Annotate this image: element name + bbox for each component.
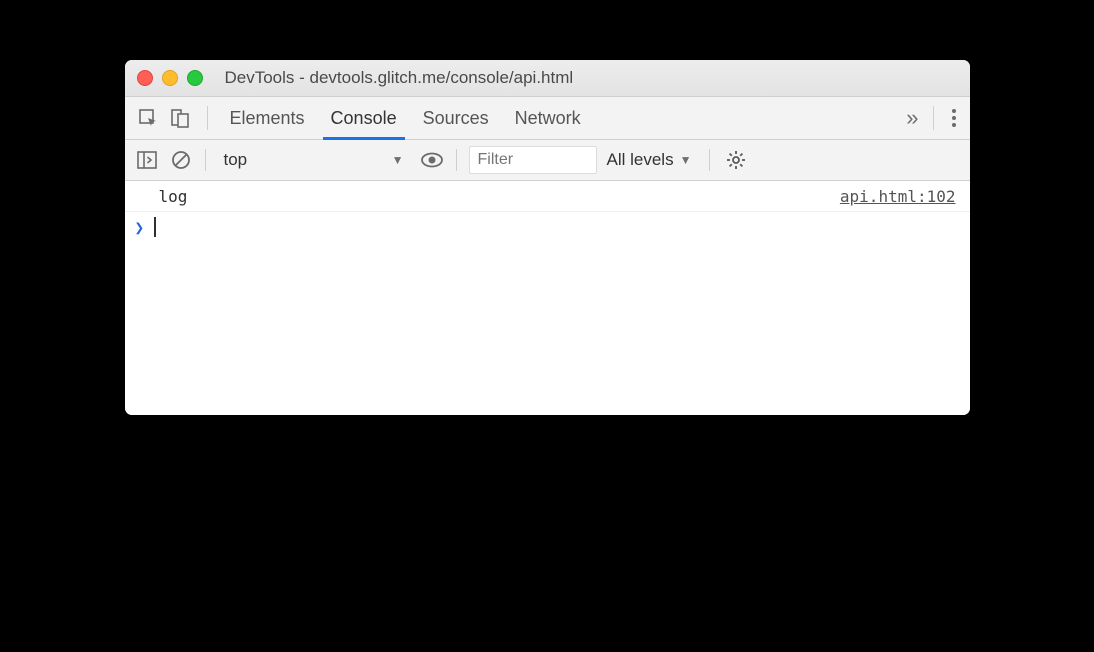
- chevron-down-icon: ▼: [680, 153, 692, 167]
- more-options-icon[interactable]: [948, 105, 960, 131]
- tab-elements[interactable]: Elements: [228, 97, 307, 139]
- toggle-console-sidebar-icon[interactable]: [135, 148, 159, 172]
- prompt-arrow-icon: ❯: [135, 218, 145, 237]
- traffic-lights: [137, 70, 203, 86]
- console-toolbar: top ▼ All levels ▼: [125, 140, 970, 181]
- clear-console-icon[interactable]: [169, 148, 193, 172]
- window-title: DevTools - devtools.glitch.me/console/ap…: [221, 68, 958, 88]
- filter-input[interactable]: [469, 146, 597, 174]
- panel-tabs: Elements Console Sources Network: [228, 97, 583, 139]
- toolbar-divider: [207, 106, 208, 130]
- tab-network[interactable]: Network: [513, 97, 583, 139]
- device-toolbar-icon[interactable]: [167, 105, 193, 131]
- log-message: log: [159, 187, 188, 206]
- subbar-divider-2: [456, 149, 457, 171]
- toolbar-divider-right: [933, 106, 934, 130]
- console-prompt[interactable]: ❯: [125, 212, 970, 242]
- execution-context-selector[interactable]: top ▼: [218, 148, 410, 172]
- console-log-entry[interactable]: log api.html:102: [125, 181, 970, 212]
- main-toolbar: Elements Console Sources Network »: [125, 97, 970, 140]
- close-window-button[interactable]: [137, 70, 153, 86]
- titlebar: DevTools - devtools.glitch.me/console/ap…: [125, 60, 970, 97]
- overflow-tabs-icon[interactable]: »: [906, 105, 918, 131]
- context-value: top: [224, 150, 248, 170]
- chevron-down-icon: ▼: [392, 153, 404, 167]
- subbar-divider-3: [709, 149, 710, 171]
- log-levels-selector[interactable]: All levels ▼: [607, 150, 692, 170]
- toolbar-right: »: [906, 105, 959, 131]
- subbar-divider: [205, 149, 206, 171]
- minimize-window-button[interactable]: [162, 70, 178, 86]
- levels-label: All levels: [607, 150, 674, 170]
- text-cursor: [154, 217, 156, 237]
- log-source-link[interactable]: api.html:102: [840, 187, 956, 206]
- tab-sources[interactable]: Sources: [421, 97, 491, 139]
- console-body: log api.html:102 ❯: [125, 181, 970, 415]
- tab-console[interactable]: Console: [329, 97, 399, 139]
- inspect-element-icon[interactable]: [135, 105, 161, 131]
- console-settings-icon[interactable]: [724, 148, 748, 172]
- devtools-window: DevTools - devtools.glitch.me/console/ap…: [125, 60, 970, 415]
- live-expression-icon[interactable]: [420, 148, 444, 172]
- maximize-window-button[interactable]: [187, 70, 203, 86]
